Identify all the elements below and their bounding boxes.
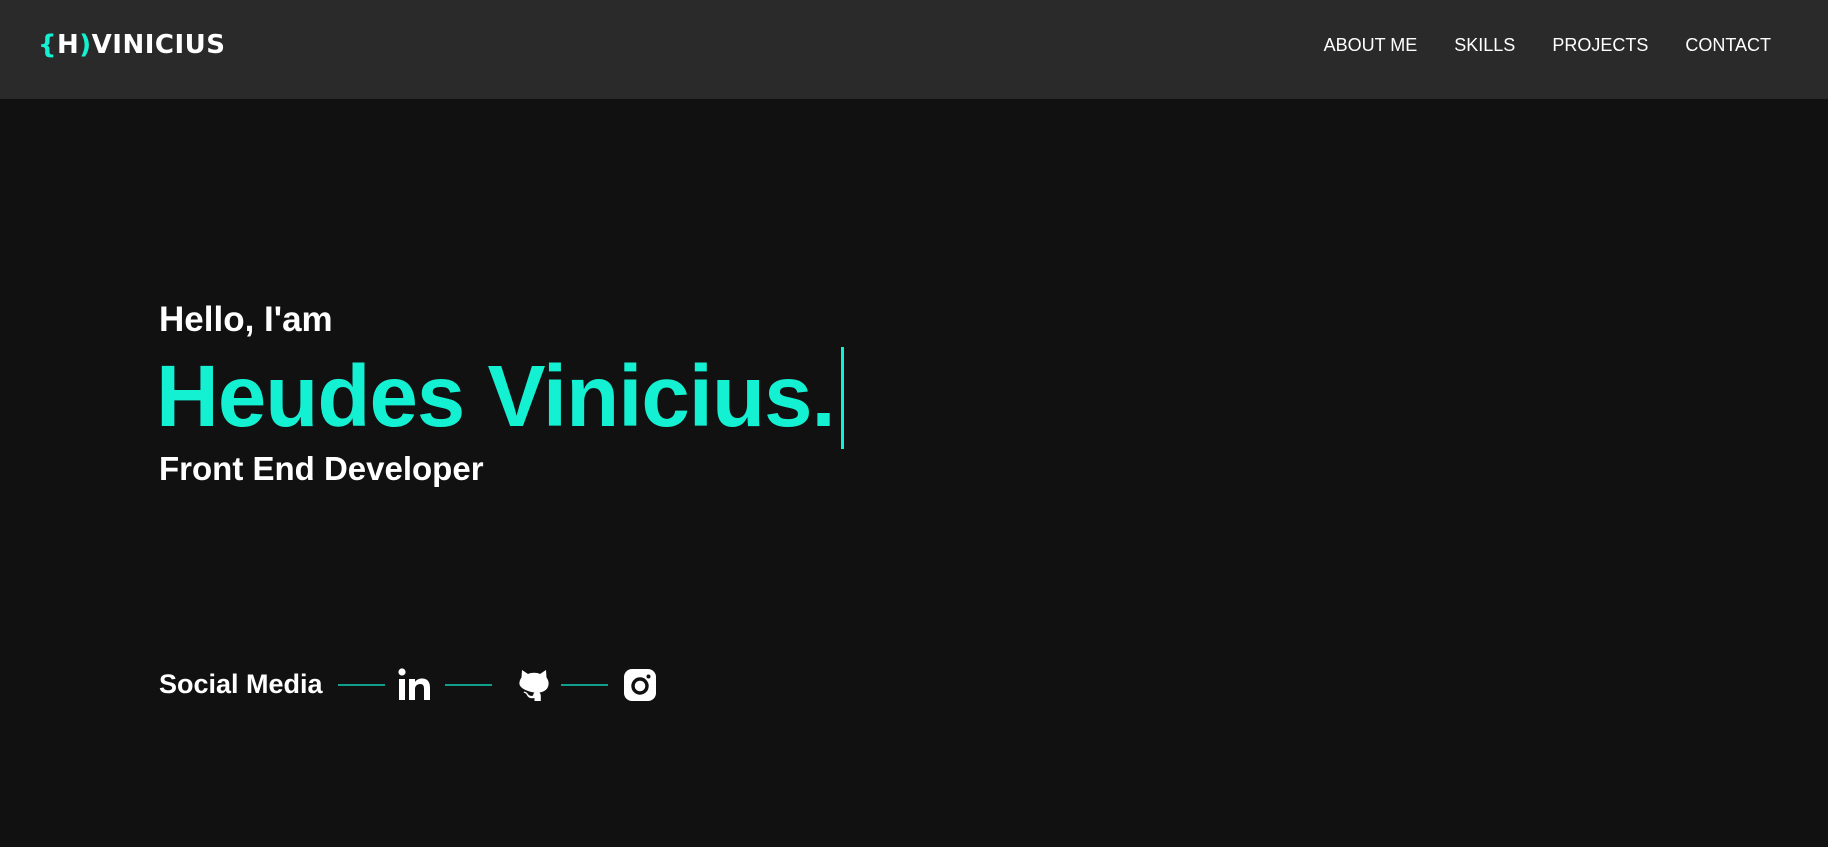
nav-link-skills[interactable]: SKILLS	[1454, 35, 1515, 56]
nav-link-about-me[interactable]: ABOUT ME	[1324, 35, 1418, 56]
logo-letter: H	[57, 30, 80, 60]
site-logo[interactable]: {H)VINICIUS	[38, 30, 226, 60]
social-media-label: Social Media	[159, 669, 323, 699]
logo-close-paren: )	[79, 30, 92, 60]
logo-name: VINICIUS	[91, 30, 226, 60]
linkedin-icon[interactable]	[397, 668, 431, 701]
typing-caret	[840, 347, 844, 449]
instagram-icon[interactable]	[623, 668, 656, 701]
hero-name: Heudes Vinicius.	[156, 347, 836, 445]
social-divider	[560, 683, 608, 686]
nav-link-projects[interactable]: PROJECTS	[1552, 35, 1648, 56]
github-icon[interactable]	[518, 668, 549, 701]
social-divider	[444, 683, 492, 686]
hero-greeting: Hello, I'am	[159, 300, 333, 339]
social-divider	[337, 683, 385, 686]
nav-link-contact[interactable]: CONTACT	[1685, 35, 1771, 56]
hero-role: Front End Developer	[159, 450, 484, 487]
top-navigation-bar: {H)VINICIUS ABOUT ME SKILLS PROJECTS CON…	[0, 0, 1828, 99]
main-nav: ABOUT ME SKILLS PROJECTS CONTACT	[1287, 35, 1771, 56]
logo-open-brace: {	[38, 30, 58, 60]
hero-name-wrapper: Heudes Vinicius.	[156, 343, 844, 449]
social-media-row: Social Media	[159, 668, 656, 701]
